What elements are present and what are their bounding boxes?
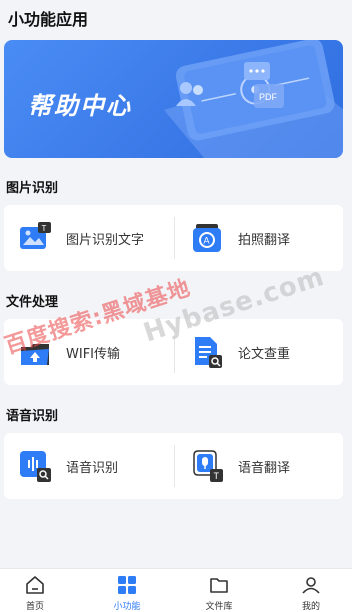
section-title-voice-recognition: 语音识别 [6,409,59,424]
voice-recognition-icon [20,451,51,482]
paper-check-label: 论文查重 [238,347,291,362]
apps-grid-icon [118,576,136,594]
tab-small-features[interactable]: 小功能 [83,569,171,612]
home-icon [26,576,44,594]
voice-translate-label: 语音翻译 [238,461,291,476]
tab-mine[interactable]: 我的 [267,569,352,612]
tab-home[interactable]: 首页 [0,569,79,612]
section-title-file-processing: 文件处理 [6,295,59,310]
image-text-recognition-button[interactable]: T 图片识别文字 [4,205,173,271]
bottom-tab-bar: 首页 小功能 文件库 我的 [0,568,352,612]
photo-translate-icon: A [193,224,221,252]
image-text-recognition-icon: T [20,222,51,249]
banner-title: 帮助中心 [28,92,132,120]
image-recognition-card: T 图片识别文字 A 拍照翻译 [4,205,343,271]
tab-small-features-label: 小功能 [113,602,141,612]
tab-home-label: 首页 [25,602,44,612]
voice-recognition-label: 语音识别 [66,461,119,476]
voice-recognition-button[interactable]: 语音识别 [4,433,173,499]
folder-icon [210,578,228,593]
svg-text:PDF: PDF [259,92,278,102]
image-text-recognition-label: 图片识别文字 [66,233,145,248]
page-title: 小功能应用 [8,10,89,29]
paper-check-icon [195,337,222,368]
svg-text:T: T [42,224,47,233]
wifi-transfer-label: WIFI传输 [66,347,120,362]
tab-file-library-label: 文件库 [205,602,233,612]
tab-file-library[interactable]: 文件库 [175,569,263,612]
photo-translate-label: 拍照翻译 [238,233,291,248]
section-title-image-recognition: 图片识别 [6,181,59,196]
voice-translate-icon: T [193,450,223,482]
help-center-banner[interactable]: 帮助中心 PDF [4,40,343,158]
voice-translate-button[interactable]: T 语音翻译 [174,433,343,499]
user-icon [302,577,320,594]
voice-recognition-card: 语音识别 T 语音翻译 [4,433,343,499]
tab-mine-label: 我的 [301,602,320,612]
phone-illustration-icon: PDF [164,40,343,158]
svg-text:T: T [214,471,220,481]
svg-text:A: A [204,236,210,246]
